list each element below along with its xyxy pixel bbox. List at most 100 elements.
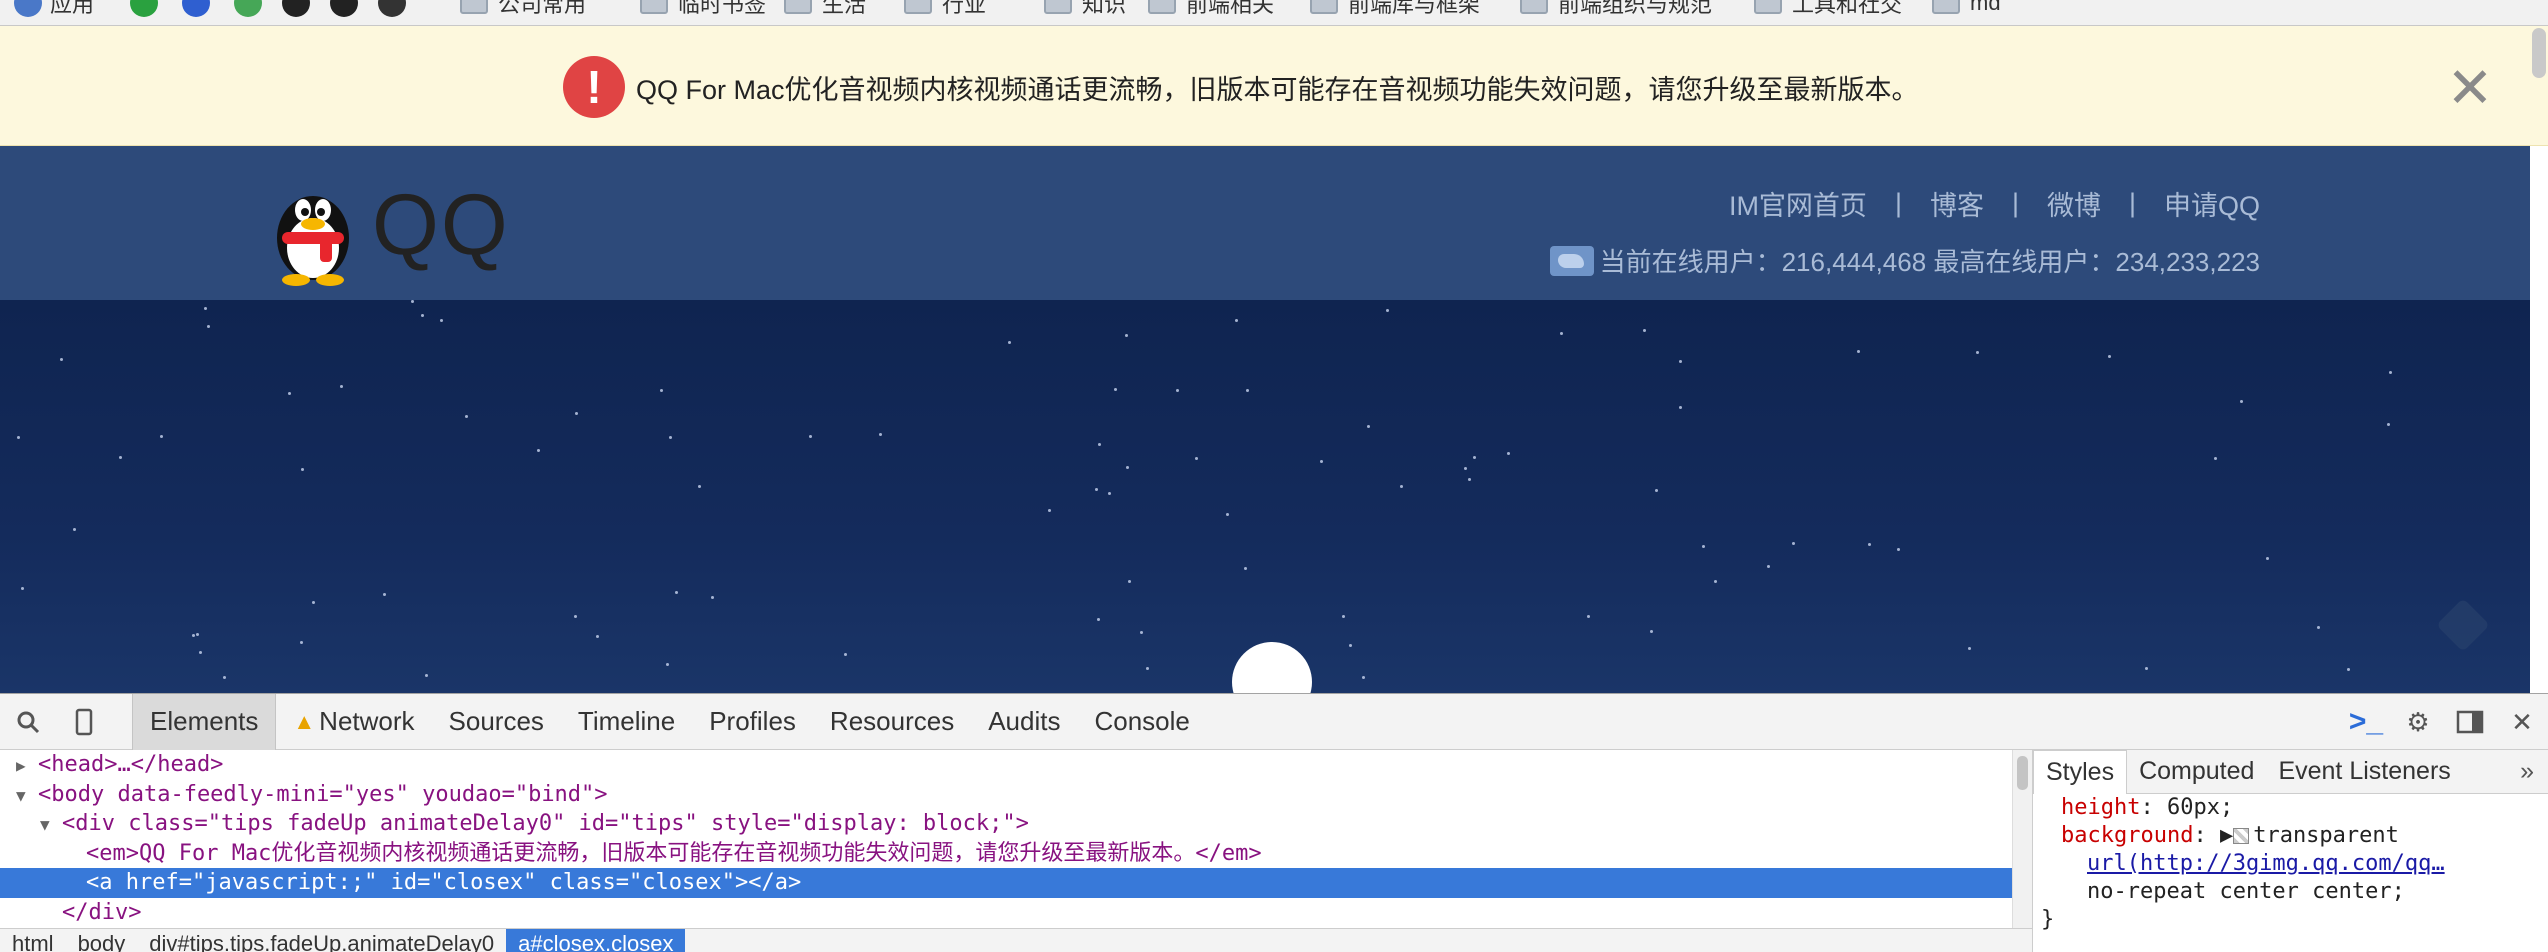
- star: [1968, 647, 1971, 650]
- folder-icon: [1148, 0, 1176, 14]
- star: [1246, 389, 1249, 392]
- bookmark-item[interactable]: 临时书签: [640, 0, 766, 20]
- bookmark-item[interactable]: 工具和社交: [1754, 0, 1902, 20]
- green-check-icon: [130, 0, 158, 17]
- star: [879, 433, 882, 436]
- blue-person-icon: [182, 0, 210, 17]
- tab-resources[interactable]: Resources: [813, 694, 971, 750]
- tab-elements[interactable]: Elements: [132, 693, 277, 750]
- more-tabs-icon[interactable]: »: [2520, 757, 2534, 786]
- nav-link[interactable]: 微博: [2047, 184, 2101, 223]
- close-devtools-icon[interactable]: ✕: [2496, 694, 2548, 750]
- star: [1702, 545, 1705, 548]
- close-tip-button[interactable]: ✕: [2440, 58, 2500, 118]
- online-users: 当前在线用户：216,444,468 最高在线用户：234,233,223: [1549, 242, 2260, 279]
- css-value[interactable]: no-repeat center center;: [2087, 879, 2405, 904]
- expand-triangle-icon[interactable]: ▶: [16, 751, 38, 781]
- bookmark-item[interactable]: [130, 0, 166, 20]
- collapse-triangle-icon[interactable]: ▼: [16, 781, 38, 811]
- bookmark-item[interactable]: 公司常用: [460, 0, 586, 20]
- bookmark-item[interactable]: [330, 0, 366, 20]
- star: [1108, 492, 1111, 495]
- settings-gear-icon[interactable]: ⚙: [2392, 694, 2444, 750]
- bookmark-item[interactable]: 前端库与框架: [1310, 0, 1480, 20]
- star: [2389, 371, 2392, 374]
- css-value[interactable]: transparent: [2253, 823, 2399, 848]
- nav-link[interactable]: 博客: [1930, 184, 1984, 223]
- bookmark-item[interactable]: [182, 0, 218, 20]
- bookmark-item[interactable]: [234, 0, 270, 20]
- star: [1507, 452, 1510, 455]
- bookmark-item[interactable]: 生活: [784, 0, 866, 20]
- device-mode-icon[interactable]: [56, 694, 112, 750]
- color-swatch-icon[interactable]: [2233, 828, 2250, 844]
- dom-node-line[interactable]: ▼ <body data-feedly-mini="yes" youdao="bi…: [0, 780, 2012, 810]
- breadcrumb-item[interactable]: html: [0, 929, 66, 952]
- dom-node-markup: <a href="javascript:;" id="closex" class…: [86, 870, 802, 895]
- bookmark-item[interactable]: 行业: [904, 0, 986, 20]
- star: [537, 449, 540, 452]
- bookmark-item[interactable]: 知识: [1044, 0, 1126, 20]
- dark-circle-icon: [378, 0, 406, 17]
- nav-link[interactable]: IM官网首页: [1729, 184, 1867, 223]
- bookmark-item[interactable]: 应用: [14, 0, 94, 20]
- dom-tree-scrollbar[interactable]: [2012, 750, 2032, 928]
- upgrade-tip-text: QQ For Mac优化音视频内核视频通话更流畅，旧版本可能存在音视频功能失效问…: [636, 75, 1919, 105]
- star: [1146, 667, 1149, 670]
- css-rule-end: }: [2041, 907, 2055, 932]
- tab-timeline[interactable]: Timeline: [561, 694, 692, 750]
- qq-penguin-logo[interactable]: [268, 176, 358, 286]
- css-property[interactable]: background: [2061, 823, 2193, 848]
- star: [300, 641, 303, 644]
- bookmarks-bar: 应用 公司常用 临时书签 生活 行业 知识 前端相关 前端库与框架 前端组织与规范 工具和社交 md: [0, 0, 2548, 26]
- css-url-link[interactable]: url(http://3gimg.qq.com/qq…: [2087, 851, 2445, 876]
- tab-sources[interactable]: Sources: [432, 694, 561, 750]
- tab-audits[interactable]: Audits: [971, 694, 1077, 750]
- dom-node-line[interactable]: ▼ <div class="tips fadeUp animateDelay0" …: [0, 809, 2012, 839]
- styles-tab-event-listeners[interactable]: Event Listeners: [2266, 750, 2462, 794]
- star: [1176, 389, 1179, 392]
- bookmark-item[interactable]: [282, 0, 318, 20]
- breadcrumb-item[interactable]: body: [66, 929, 138, 952]
- tab-label: Console: [1094, 706, 1190, 736]
- expand-triangle-icon[interactable]: ▶: [2220, 823, 2233, 848]
- star: [1714, 580, 1717, 583]
- breadcrumb-item[interactable]: a#closex.closex: [506, 929, 686, 952]
- bookmark-item[interactable]: [378, 0, 414, 20]
- page-scrollbar[interactable]: [2532, 28, 2546, 78]
- bookmark-item[interactable]: 前端相关: [1148, 0, 1274, 20]
- tab-network[interactable]: ▲ Network: [276, 694, 431, 750]
- styles-sidebar: Styles Computed Event Listeners » height: 6…: [2032, 749, 2548, 952]
- star: [160, 435, 163, 438]
- styles-tab-computed[interactable]: Computed: [2127, 750, 2266, 794]
- styles-tab-styles[interactable]: Styles: [2033, 749, 2128, 794]
- bookmark-item[interactable]: 前端组织与规范: [1520, 0, 1712, 20]
- star: [1897, 548, 1900, 551]
- css-value[interactable]: 60px;: [2167, 795, 2233, 820]
- star: [1468, 478, 1471, 481]
- devtools-tabs: Elements ▲ Network Sources Timeline Profiles R…: [132, 693, 1207, 750]
- dom-node-line[interactable]: <a href="javascript:;" id="closex" class…: [0, 868, 2012, 898]
- star: [1114, 388, 1117, 391]
- dock-side-icon[interactable]: [2444, 694, 2496, 750]
- dom-node-line[interactable]: <em>QQ For Mac优化音视频内核视频通话更流畅，旧版本可能存在音视频功…: [0, 839, 2012, 869]
- css-property[interactable]: height: [2061, 795, 2140, 820]
- collapse-triangle-icon[interactable]: ▼: [40, 810, 62, 840]
- breadcrumb-item[interactable]: div#tips.tips.fadeUp.animateDelay0: [137, 929, 506, 952]
- dom-node-markup: <em>QQ For Mac优化音视频内核视频通话更流畅，旧版本可能存在音视频功…: [86, 840, 1262, 866]
- nav-link[interactable]: 申请QQ: [2164, 184, 2260, 223]
- dom-node-markup: <head>…</head>: [38, 752, 224, 777]
- feedly-mini-icon[interactable]: [2436, 598, 2490, 652]
- bookmark-label: 前端库与框架: [1348, 0, 1481, 17]
- dom-node-line[interactable]: ▶ <head>…</head>: [0, 750, 2012, 780]
- tab-profiles[interactable]: Profiles: [692, 694, 813, 750]
- star: [1650, 630, 1653, 633]
- folder-icon: [1310, 0, 1338, 14]
- dom-node-line[interactable]: </div>: [0, 898, 2012, 928]
- star: [21, 587, 24, 590]
- star: [1976, 351, 1979, 354]
- console-drawer-icon[interactable]: >_: [2340, 694, 2392, 750]
- search-icon[interactable]: [0, 694, 56, 750]
- bookmark-item[interactable]: md: [1932, 0, 2001, 20]
- tab-console[interactable]: Console: [1077, 694, 1206, 750]
